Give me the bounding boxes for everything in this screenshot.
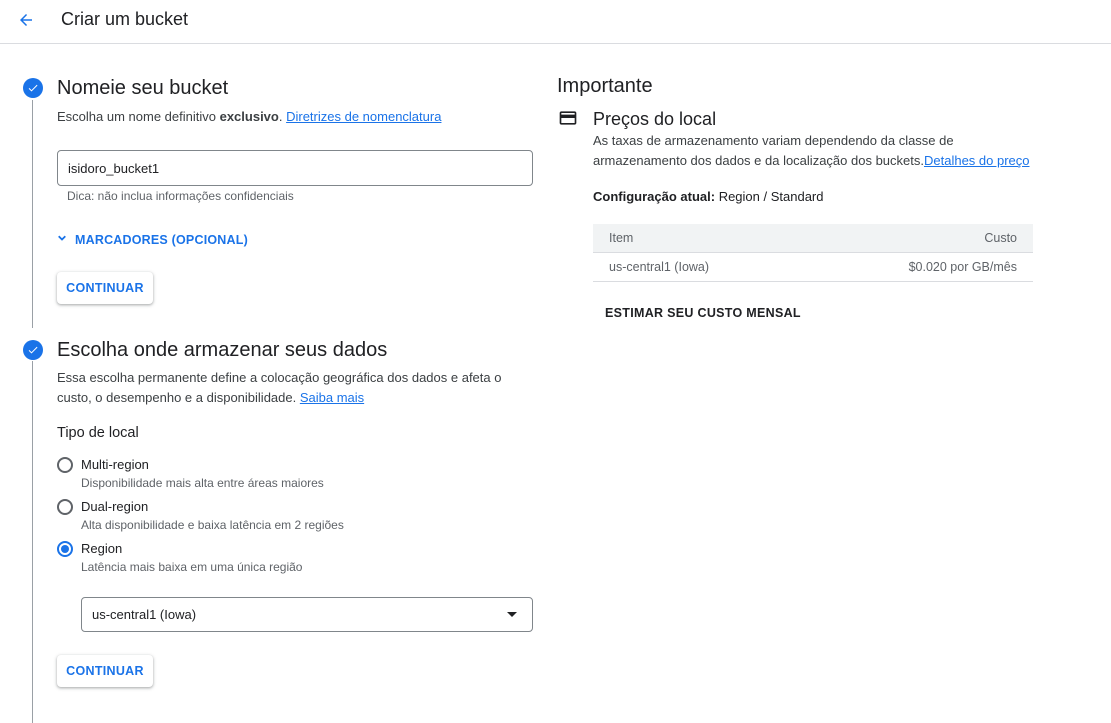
table-cell-cost: $0.020 por GB/mês	[806, 252, 1033, 282]
radio-description: Disponibilidade mais alta entre áreas ma…	[81, 476, 324, 490]
radio-description: Alta disponibilidade e baixa latência em…	[81, 518, 344, 532]
learn-more-link[interactable]: Saiba mais	[300, 390, 364, 405]
step-connector-line	[32, 100, 33, 328]
credit-card-icon	[557, 108, 579, 133]
step2-title: Escolha onde armazenar seus dados	[57, 339, 388, 361]
step1-desc-suffix: .	[278, 109, 287, 124]
pricing-details-link[interactable]: Detalhes do preço	[924, 153, 1030, 168]
labels-toggle-label: MARCADORES (OPCIONAL)	[75, 232, 248, 247]
step1-desc-bold: exclusivo	[219, 109, 279, 124]
radio-button-selected[interactable]	[57, 541, 73, 557]
naming-guidelines-link[interactable]: Diretrizes de nomenclatura	[286, 109, 441, 124]
page-title: Criar um bucket	[61, 9, 189, 29]
location-type-label: Tipo de local	[57, 425, 139, 441]
step-connector-line-2	[32, 361, 33, 723]
chevron-down-icon	[55, 231, 69, 248]
estimate-cost-button[interactable]: ESTIMAR SEU CUSTO MENSAL	[605, 306, 801, 320]
step1-continue-button[interactable]: CONTINUAR	[57, 272, 153, 304]
radio-dual-region[interactable]: Dual-region Alta disponibilidade e baixa…	[57, 498, 344, 534]
step2-description: Essa escolha permanente define a colocaç…	[57, 368, 501, 408]
table-header-row: Item Custo	[593, 224, 1033, 253]
radio-description: Latência mais baixa em uma única região	[81, 560, 303, 574]
step2-desc-line2: custo, o desempenho e a disponibilidade.	[57, 390, 300, 405]
region-select-value: us-central1 (Iowa)	[92, 607, 197, 622]
pricing-title: Preços do local	[593, 109, 717, 129]
radio-button[interactable]	[57, 499, 73, 515]
radio-multi-region[interactable]: Multi-region Disponibilidade mais alta e…	[57, 456, 324, 492]
bucket-name-hint: Dica: não inclua informações confidencia…	[67, 189, 294, 203]
radio-region[interactable]: Region Latência mais baixa em uma única …	[57, 540, 302, 576]
step1-description: Escolha um nome definitivo exclusivo. Di…	[57, 107, 441, 127]
pricing-description: As taxas de armazenamento variam depende…	[593, 131, 1038, 171]
config-label: Configuração atual:	[593, 189, 716, 204]
table-row: us-central1 (Iowa) $0.020 por GB/mês	[593, 252, 1033, 282]
radio-label: Region	[81, 541, 123, 556]
radio-button[interactable]	[57, 457, 73, 473]
current-config: Configuração atual: Region / Standard	[593, 189, 823, 204]
step1-title: Nomeie seu bucket	[57, 77, 229, 99]
step-complete-check-icon	[23, 78, 43, 98]
labels-toggle[interactable]: MARCADORES (OPCIONAL)	[55, 231, 248, 248]
pricing-desc-line2: armazenamento dos dados e da localização…	[593, 153, 924, 168]
region-select[interactable]: us-central1 (Iowa)	[81, 597, 533, 632]
radio-label: Dual-region	[81, 499, 149, 514]
radio-label: Multi-region	[81, 457, 149, 472]
table-cell-item: us-central1 (Iowa)	[593, 252, 807, 282]
dropdown-arrow-icon	[507, 612, 517, 617]
step1-desc-prefix: Escolha um nome definitivo	[57, 109, 220, 124]
bucket-name-input[interactable]	[57, 150, 533, 186]
config-value: Region / Standard	[715, 189, 824, 204]
step2-desc-line1: Essa escolha permanente define a colocaç…	[57, 370, 502, 385]
important-title: Importante	[557, 75, 653, 97]
pricing-table: Item Custo us-central1 (Iowa) $0.020 por…	[593, 224, 1033, 282]
top-bar: Criar um bucket	[0, 0, 1111, 44]
back-arrow-icon[interactable]	[10, 4, 42, 36]
pricing-desc-line1: As taxas de armazenamento variam depende…	[593, 133, 954, 148]
step-complete-check-icon	[23, 340, 43, 360]
column-header-cost: Custo	[806, 224, 1033, 253]
column-header-item: Item	[593, 224, 807, 253]
step2-continue-button[interactable]: CONTINUAR	[57, 655, 153, 687]
